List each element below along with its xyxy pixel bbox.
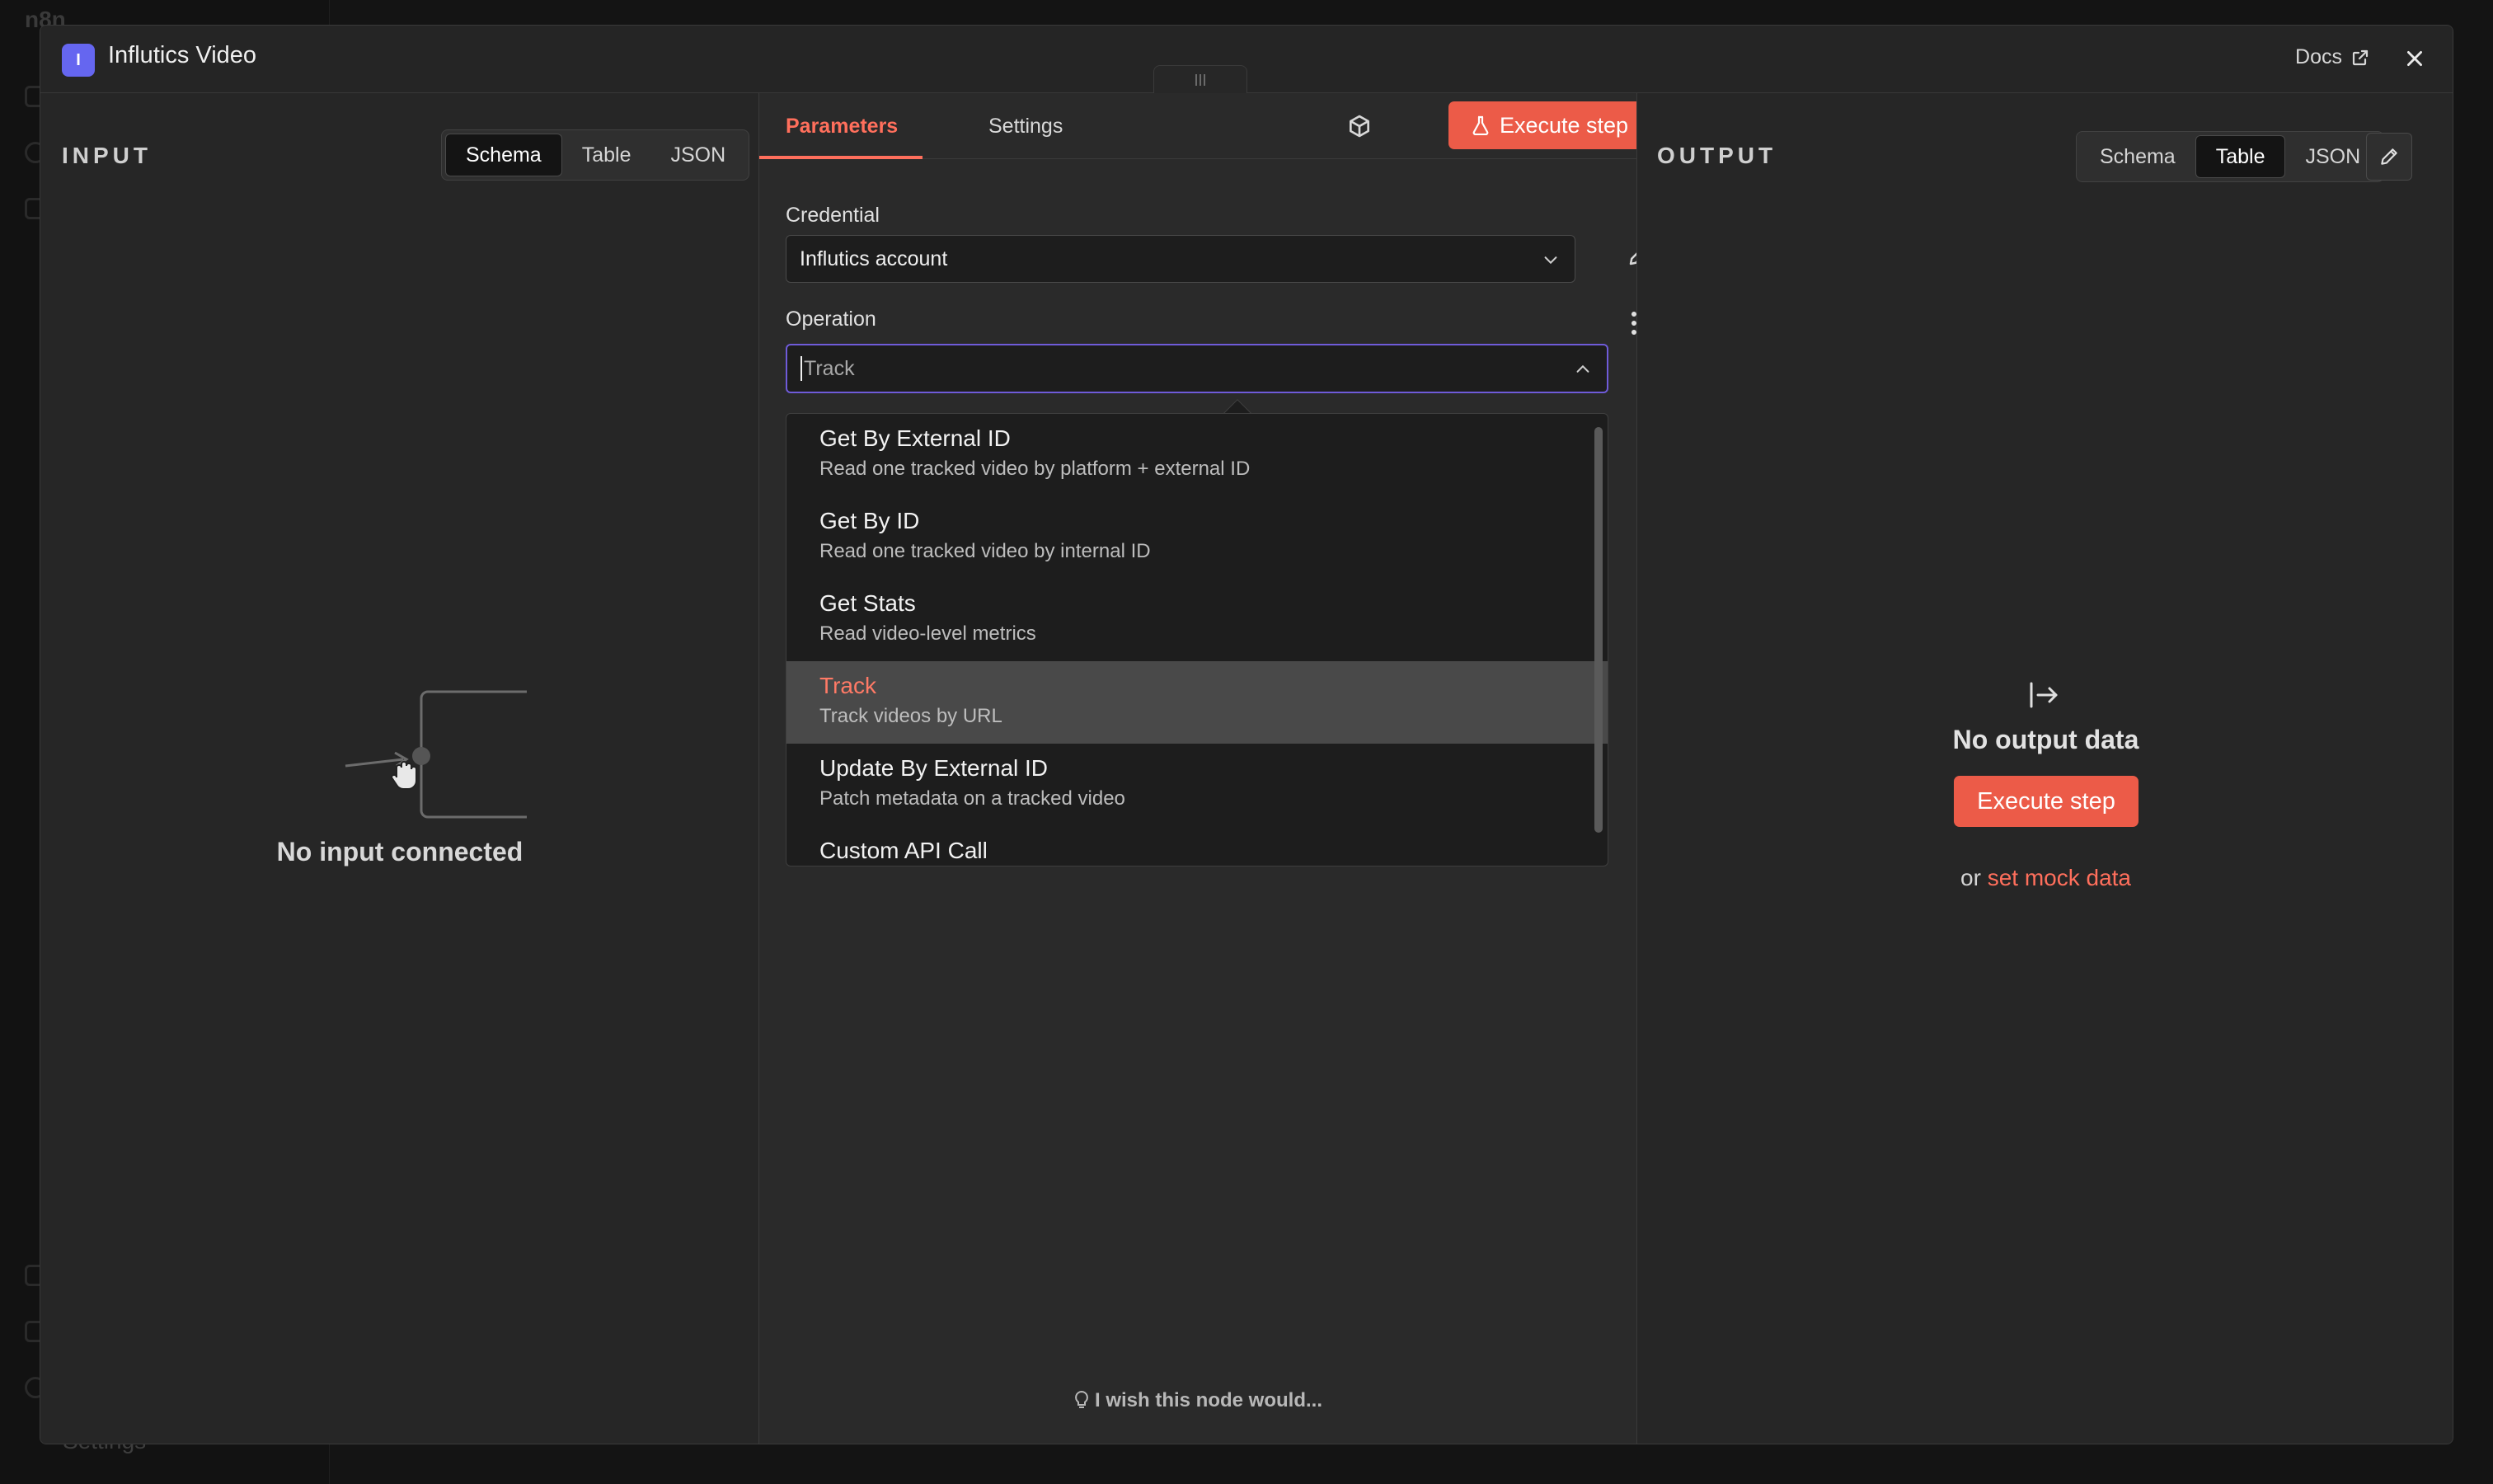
- drag-handle-icon: [1195, 73, 1205, 86]
- output-arrow-icon: [2030, 682, 2058, 708]
- option-description: Read one tracked video by internal ID: [819, 540, 1151, 562]
- option-title: Track: [819, 673, 876, 698]
- credential-value: Influtics account: [800, 247, 948, 270]
- flask-icon: [1472, 115, 1489, 135]
- input-tab-json[interactable]: JSON: [650, 134, 745, 176]
- option-title: Update By External ID: [819, 755, 1049, 781]
- execute-step-label: Execute step: [1499, 112, 1629, 138]
- operation-option-selected[interactable]: Track Track videos by URL: [786, 661, 1608, 744]
- pencil-icon: [2381, 148, 2397, 165]
- no-output-message: No output data: [1952, 725, 2139, 754]
- active-tab-underline: [759, 156, 923, 159]
- cube-icon[interactable]: [1346, 113, 1373, 139]
- set-mock-data-link[interactable]: set mock data: [1988, 865, 2131, 890]
- panel-drag-handle[interactable]: [1153, 65, 1247, 93]
- docs-link[interactable]: Docs: [2295, 45, 2370, 69]
- input-tab-schema[interactable]: Schema: [445, 134, 562, 176]
- output-panel: OUTPUT Schema Table JSON No output data …: [1636, 93, 2453, 1444]
- mock-data-line: or set mock data: [1637, 865, 2453, 891]
- chevron-down-icon: [1544, 256, 1557, 265]
- output-view-toggle: Schema Table JSON: [2076, 131, 2385, 182]
- option-description: Patch metadata on a tracked video: [819, 787, 1125, 810]
- input-view-toggle: Schema Table JSON: [441, 129, 750, 181]
- feedback-text: I wish this node would...: [1095, 1389, 1322, 1411]
- output-tab-schema[interactable]: Schema: [2080, 135, 2195, 178]
- node-title[interactable]: Influtics Video: [108, 42, 256, 69]
- input-tab-table[interactable]: Table: [562, 134, 651, 176]
- operation-option[interactable]: Get Stats Read video-level metrics: [786, 579, 1608, 661]
- option-title: Get Stats: [819, 590, 916, 616]
- operation-option[interactable]: Get By External ID Read one tracked vide…: [786, 414, 1608, 496]
- tab-parameters[interactable]: Parameters: [786, 115, 898, 139]
- operation-option[interactable]: Get By ID Read one tracked video by inte…: [786, 496, 1608, 579]
- operation-option[interactable]: Update By External ID Patch metadata on …: [786, 744, 1608, 826]
- operation-option[interactable]: Custom API Call: [786, 826, 1608, 866]
- lightbulb-icon: [1075, 1390, 1088, 1408]
- edit-output-button[interactable]: [2366, 133, 2412, 181]
- operation-dropdown: Get By External ID Read one tracked vide…: [786, 413, 1608, 866]
- option-title: Custom API Call: [819, 838, 988, 863]
- operation-label: Operation: [786, 308, 876, 331]
- chevron-up-icon: [1576, 364, 1589, 373]
- dropdown-scrollbar[interactable]: [1594, 427, 1603, 833]
- node-icon: I: [62, 44, 95, 77]
- feedback-link[interactable]: I wish this node would...: [759, 1389, 1636, 1412]
- input-label: INPUT: [62, 143, 152, 168]
- output-tab-table[interactable]: Table: [2195, 135, 2286, 178]
- output-execute-step-button[interactable]: Execute step: [1954, 776, 2139, 827]
- option-title: Get By External ID: [819, 425, 1011, 451]
- option-description: Read one tracked video by platform + ext…: [819, 458, 1251, 480]
- no-input-illustration: [345, 690, 527, 819]
- operation-value: Track: [804, 356, 855, 380]
- parameters-tabs: Parameters Settings Execute step: [759, 93, 1651, 159]
- parameters-panel: Parameters Settings Execute step Credent…: [759, 93, 1651, 1444]
- operation-select[interactable]: Track: [786, 344, 1608, 393]
- option-description: Read video-level metrics: [819, 622, 1036, 645]
- text-caret: [800, 356, 802, 381]
- mock-prefix: or: [1960, 865, 1981, 890]
- credential-select[interactable]: Influtics account: [786, 235, 1575, 283]
- external-link-icon: [2352, 49, 2369, 65]
- node-modal: I Influtics Video Docs INPUT Schema Tabl…: [40, 25, 2453, 1444]
- credential-label: Credential: [786, 204, 880, 227]
- option-title: Get By ID: [819, 508, 920, 533]
- execute-step-button[interactable]: Execute step: [1448, 101, 1651, 149]
- hand-cursor-icon: [390, 761, 417, 790]
- close-icon: [2407, 51, 2422, 66]
- no-input-message: No input connected: [276, 837, 523, 866]
- output-label: OUTPUT: [1657, 143, 1777, 168]
- docs-label: Docs: [2295, 45, 2342, 68]
- tab-settings[interactable]: Settings: [988, 115, 1063, 139]
- option-description: Track videos by URL: [819, 705, 1002, 727]
- close-button[interactable]: [2397, 40, 2433, 77]
- input-panel: INPUT Schema Table JSON No input connect…: [40, 93, 759, 1444]
